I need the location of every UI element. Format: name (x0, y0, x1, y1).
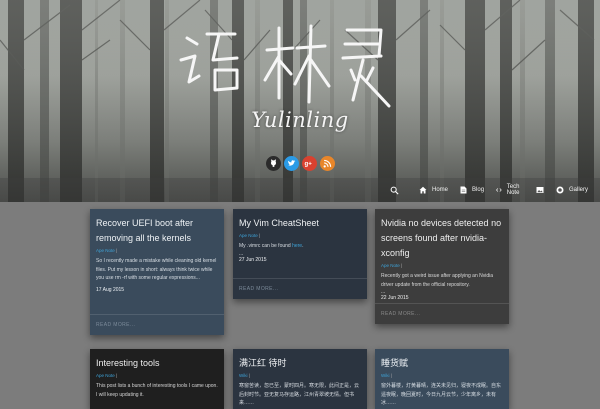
post-title[interactable]: Nvidia no devices detected no screens fo… (375, 209, 509, 261)
post-category: Wiki | (239, 373, 250, 378)
nav-item-gallery[interactable]: Gallery (556, 186, 588, 194)
site-logo-calligraphy[interactable] (175, 20, 405, 110)
post-category: Ape Note | (239, 233, 261, 238)
nav-search[interactable] (390, 186, 399, 195)
hero-banner: Yulinling g+ Home Blog Tech Note Gallery (0, 0, 600, 202)
category-link[interactable]: Ape Note (381, 263, 400, 268)
post-card[interactable]: Nvidia no devices detected no screens fo… (375, 209, 509, 324)
post-title[interactable]: 满江红 待时 (233, 349, 367, 371)
social-links: g+ (0, 156, 600, 171)
post-card[interactable]: 睡货赋 Wiki | 窗外暮楼，灯黄暮晴，连关未见归，寝夜不成眠。自东遥夜眠，晚… (375, 349, 509, 409)
post-title[interactable]: Recover UEFI boot after removing all the… (90, 209, 224, 246)
category-link[interactable]: Wiki (239, 373, 248, 378)
post-card[interactable]: 满江红 待时 Wiki | 寒窗苦读，忽已至，蒙时四月。寒无限，此间正是，云后封… (233, 349, 367, 409)
read-more-link[interactable]: READ MORE... (233, 278, 367, 299)
github-icon[interactable] (265, 156, 281, 171)
post-card[interactable]: Interesting tools Ape Note | This post l… (90, 349, 224, 409)
category-link[interactable]: Ape Note (96, 248, 115, 253)
read-more-link[interactable]: READ MORE... (90, 314, 224, 335)
document-icon (460, 186, 467, 194)
rss-icon[interactable] (319, 156, 335, 171)
category-link[interactable]: Ape Note (96, 373, 115, 378)
read-more-link[interactable]: READ MORE... (375, 303, 509, 324)
post-title[interactable]: My Vim CheatSheet (233, 209, 367, 231)
post-card[interactable]: Recover UEFI boot after removing all the… (90, 209, 224, 335)
svg-text:g+: g+ (305, 161, 313, 168)
camera-icon (556, 186, 564, 194)
nav-label-home: Home (432, 187, 449, 193)
post-excerpt: 寒窗苦读，忽已至，蒙时四月。寒无限，此间正是，云后封时节。亚无复马存运路，江州青… (239, 383, 360, 406)
nav-label-technote: Tech Note (506, 184, 520, 196)
nav-label-gallery: Gallery (568, 187, 588, 193)
post-category: Ape Note | (96, 373, 118, 378)
post-date: 27 Jun 2015 (239, 256, 267, 263)
post-title[interactable]: 睡货赋 (375, 349, 509, 371)
code-icon (496, 188, 502, 192)
excerpt-link[interactable]: here (292, 243, 302, 249)
post-excerpt: My .vimrc can be found here. (239, 243, 304, 249)
excerpt-text: My .vimrc can be found (239, 243, 291, 249)
main-navigation: Home Blog Tech Note Gallery (390, 182, 600, 198)
post-card[interactable]: My Vim CheatSheet Ape Note | My .vimrc c… (233, 209, 367, 299)
post-date: 22 Jun 2015 (381, 295, 409, 301)
post-category: Ape Note | (96, 248, 118, 253)
nav-item-image[interactable] (536, 186, 544, 194)
post-excerpt: This post lists a bunch of interesting t… (96, 383, 218, 398)
home-icon (419, 186, 427, 194)
post-title[interactable]: Interesting tools (90, 349, 224, 371)
nav-item-home[interactable]: Home (419, 186, 448, 194)
site-title[interactable]: Yulinling (0, 108, 600, 132)
nav-label-blog: Blog (472, 187, 485, 193)
image-icon (536, 187, 544, 193)
post-date: 17 Aug 2015 (96, 286, 125, 293)
post-excerpt: So I recently made a mistake while clean… (96, 258, 217, 281)
post-excerpt: Recently got a weird issue after applyin… (381, 273, 494, 288)
post-category: Ape Note | (381, 263, 403, 268)
post-excerpt: 窗外暮楼，灯黄暮晴，连关未见归，寝夜不成眠。自东遥夜眠，晚回夏时，今日九月云节，… (381, 383, 502, 406)
nav-item-blog[interactable]: Blog (460, 186, 484, 194)
post-category: Wiki | (381, 373, 392, 378)
google-plus-icon[interactable]: g+ (301, 156, 317, 171)
nav-item-technote[interactable]: Tech Note (496, 184, 524, 196)
twitter-icon[interactable] (283, 156, 299, 171)
search-icon[interactable] (390, 186, 399, 195)
category-link[interactable]: Ape Note (239, 233, 258, 238)
category-link[interactable]: Wiki (381, 373, 390, 378)
